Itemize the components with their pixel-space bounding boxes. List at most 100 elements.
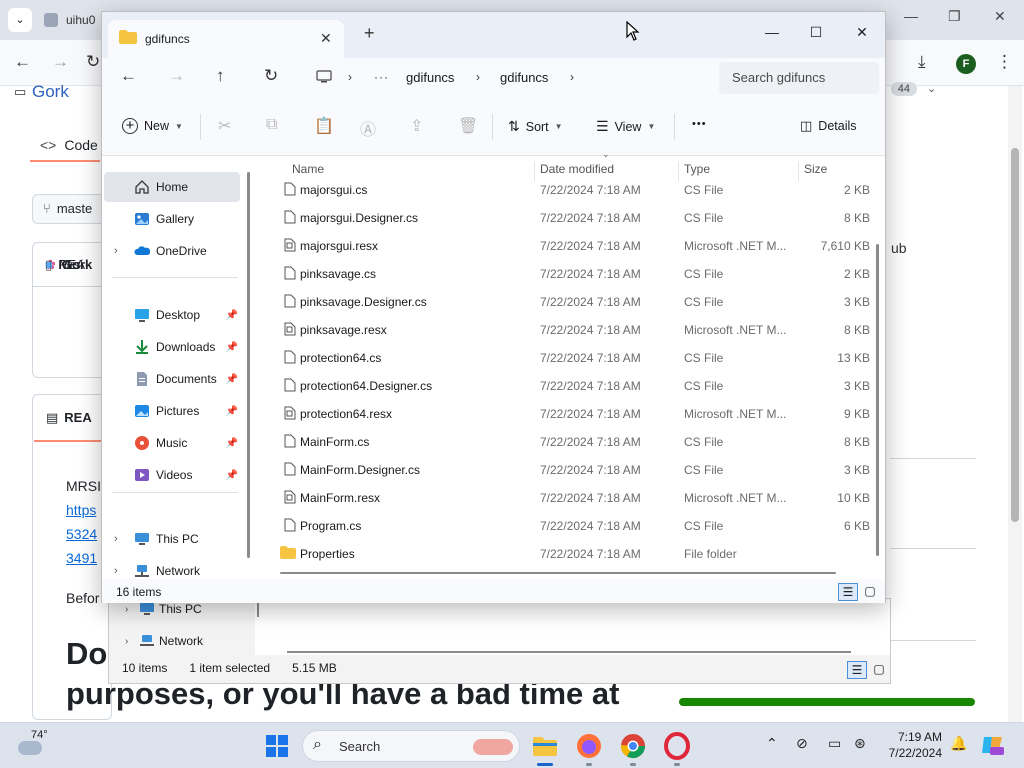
browser-close-button[interactable]: ✕ [994, 8, 1006, 25]
file-row[interactable]: MainForm.resx 7/22/2024 7:18 AM Microsoft … [264, 484, 874, 512]
page-scrollbar[interactable] [1008, 86, 1022, 722]
opera-icon[interactable] [662, 731, 692, 761]
notification-bell-icon[interactable]: 🔔 [950, 735, 967, 752]
sidebar-item-music[interactable]: Music 📌 [104, 428, 240, 458]
tiles-view-button[interactable]: ▢ [869, 661, 889, 679]
chevron-right-icon[interactable]: › [114, 565, 128, 577]
repo-title[interactable]: ▭ Gork [14, 82, 69, 102]
download-icon[interactable]: ⤓ [918, 52, 926, 72]
explorer-tab[interactable]: gdifuncs ✕ [108, 20, 344, 58]
delete-icon[interactable]: 🗑 [458, 116, 478, 136]
details-pane-button[interactable]: ◫ Details [800, 118, 857, 134]
file-row[interactable]: pinksavage.cs 7/22/2024 7:18 AM CS File 2 K… [264, 260, 874, 288]
file-row[interactable]: pinksavage.Designer.cs 7/22/2024 7:18 AM C… [264, 288, 874, 316]
nav-item-network[interactable]: › Network [125, 634, 203, 648]
more-options-button[interactable]: ••• [692, 118, 707, 130]
horizontal-scrollbar[interactable] [287, 651, 851, 653]
clock[interactable]: 7:19 AM 7/22/2024 [878, 729, 942, 761]
sidebar-item-videos[interactable]: Videos 📌 [104, 460, 240, 490]
sidebar-item-this-pc[interactable]: › This PC [104, 524, 240, 554]
network-offline-icon[interactable]: ⊘ [796, 735, 808, 752]
file-row[interactable]: majorsgui.cs 7/22/2024 7:18 AM CS File 2 KB [264, 176, 874, 204]
show-hidden-icons-icon[interactable]: ⌃ [766, 735, 778, 752]
file-explorer-icon[interactable] [530, 731, 560, 761]
copy-icon[interactable]: ⧉ [266, 116, 277, 134]
sidebar-item-home[interactable]: Home [104, 172, 240, 202]
browser-back-icon[interactable]: ← [14, 52, 31, 72]
explorer-window-background[interactable]: › This PC › Network 10 items 1 item selec… [108, 598, 891, 684]
breadcrumb-item[interactable]: gdifuncs [406, 70, 454, 85]
browser-restore-button[interactable]: ❐ [948, 8, 961, 25]
windows-start-icon[interactable] [266, 735, 288, 757]
chevron-right-icon[interactable]: › [114, 533, 128, 545]
profile-avatar[interactable]: F [956, 54, 976, 74]
readme-link[interactable]: https [66, 502, 96, 518]
more-locations-icon[interactable]: ··· [374, 70, 389, 84]
display-icon[interactable]: ▭ [828, 735, 841, 752]
chrome-icon[interactable] [618, 731, 648, 761]
file-row[interactable]: MainForm.Designer.cs 7/22/2024 7:18 AM CS … [264, 456, 874, 484]
copilot-icon[interactable] [980, 733, 1006, 757]
firefox-icon[interactable] [574, 731, 604, 761]
tab-list-button[interactable]: ⌄ [8, 8, 32, 32]
browser-reload-icon[interactable]: ↻ [86, 52, 100, 72]
browser-forward-icon[interactable]: → [52, 52, 69, 72]
taskbar-search[interactable]: ⌕ Search [302, 730, 520, 762]
nav-item-this-pc[interactable]: › This PC [125, 602, 202, 616]
branch-selector[interactable]: ⑂ maste [32, 194, 112, 224]
nav-pane-scrollbar[interactable] [247, 172, 250, 558]
share-icon[interactable]: ⇪ [410, 116, 423, 136]
sidebar-item-desktop[interactable]: Desktop 📌 [104, 300, 240, 330]
sidebar-item-pictures[interactable]: Pictures 📌 [104, 396, 240, 426]
file-row[interactable]: protection64.resx 7/22/2024 7:18 AM Micros… [264, 400, 874, 428]
browser-menu-icon[interactable]: ⋮ [996, 52, 1013, 72]
file-row[interactable]: pinksavage.resx 7/22/2024 7:18 AM Microsof… [264, 316, 874, 344]
search-box[interactable]: Search gdifuncs [719, 62, 879, 94]
volume-icon[interactable]: ⊛ [854, 735, 866, 752]
details-view-button[interactable]: ☰ [847, 661, 867, 679]
back-icon[interactable]: ← [120, 66, 137, 86]
rename-icon[interactable]: Ⓐ [360, 116, 376, 140]
horizontal-scrollbar[interactable] [280, 572, 836, 574]
scrollbar-thumb[interactable] [876, 244, 879, 556]
sidebar-item-documents[interactable]: Documents 📌 [104, 364, 240, 394]
readme-link[interactable]: 3491 [66, 550, 97, 566]
book-icon: ▤ [46, 410, 59, 425]
file-row[interactable]: MainForm.cs 7/22/2024 7:18 AM CS File 8 KB [264, 428, 874, 456]
up-icon[interactable]: ↑ [216, 66, 225, 86]
minimize-button[interactable]: — [750, 18, 794, 46]
file-row[interactable]: majorsgui.resx 7/22/2024 7:18 AM Microsoft… [264, 232, 874, 260]
sidebar-item-downloads[interactable]: Downloads 📌 [104, 332, 240, 362]
file-row[interactable]: protection64.Designer.cs 7/22/2024 7:18 A… [264, 372, 874, 400]
file-row[interactable]: majorsgui.Designer.cs 7/22/2024 7:18 AM CS… [264, 204, 874, 232]
sort-button[interactable]: ⇅ Sort ▼ [508, 118, 563, 135]
browser-minimize-button[interactable]: — [904, 8, 918, 24]
file-row[interactable]: Properties 7/22/2024 7:18 AM File folder [264, 540, 874, 568]
browser-tab[interactable]: uihu0 [44, 6, 108, 34]
cut-icon[interactable]: ✂ [218, 116, 231, 136]
maximize-button[interactable]: ☐ [794, 18, 838, 46]
file-list-scrollbar[interactable] [876, 162, 879, 560]
new-tab-button[interactable]: + [364, 24, 375, 42]
scrollbar-thumb[interactable] [1011, 148, 1019, 522]
readme-link[interactable]: 5324 [66, 526, 97, 542]
weather-widget[interactable]: 74° [18, 729, 48, 758]
forward-icon[interactable]: → [168, 66, 185, 86]
readme-tab[interactable]: ▤ REA [46, 410, 92, 426]
file-row[interactable]: Program.cs 7/22/2024 7:18 AM CS File 6 KB [264, 512, 874, 540]
close-window-button[interactable]: ✕ [840, 18, 884, 46]
paste-icon[interactable]: 📋 [314, 116, 334, 136]
file-row[interactable]: protection64.cs 7/22/2024 7:18 AM CS File 1… [264, 344, 874, 372]
breadcrumb-item[interactable]: gdifuncs [500, 70, 548, 85]
new-button[interactable]: + New ▼ [122, 118, 183, 134]
tiles-view-button[interactable]: ▢ [860, 583, 880, 601]
sidebar-item-onedrive[interactable]: › OneDrive [104, 236, 240, 266]
view-button[interactable]: ☰ View ▼ [596, 118, 655, 135]
code-tab[interactable]: <> Code [40, 137, 98, 153]
chevron-right-icon[interactable]: › [114, 245, 128, 257]
refresh-icon[interactable]: ↻ [264, 66, 278, 86]
address-bar[interactable]: › ··· gdifuncs › gdifuncs › [302, 62, 710, 94]
sidebar-item-gallery[interactable]: Gallery [104, 204, 240, 234]
close-tab-icon[interactable]: ✕ [320, 30, 332, 47]
details-view-button[interactable]: ☰ [838, 583, 858, 601]
